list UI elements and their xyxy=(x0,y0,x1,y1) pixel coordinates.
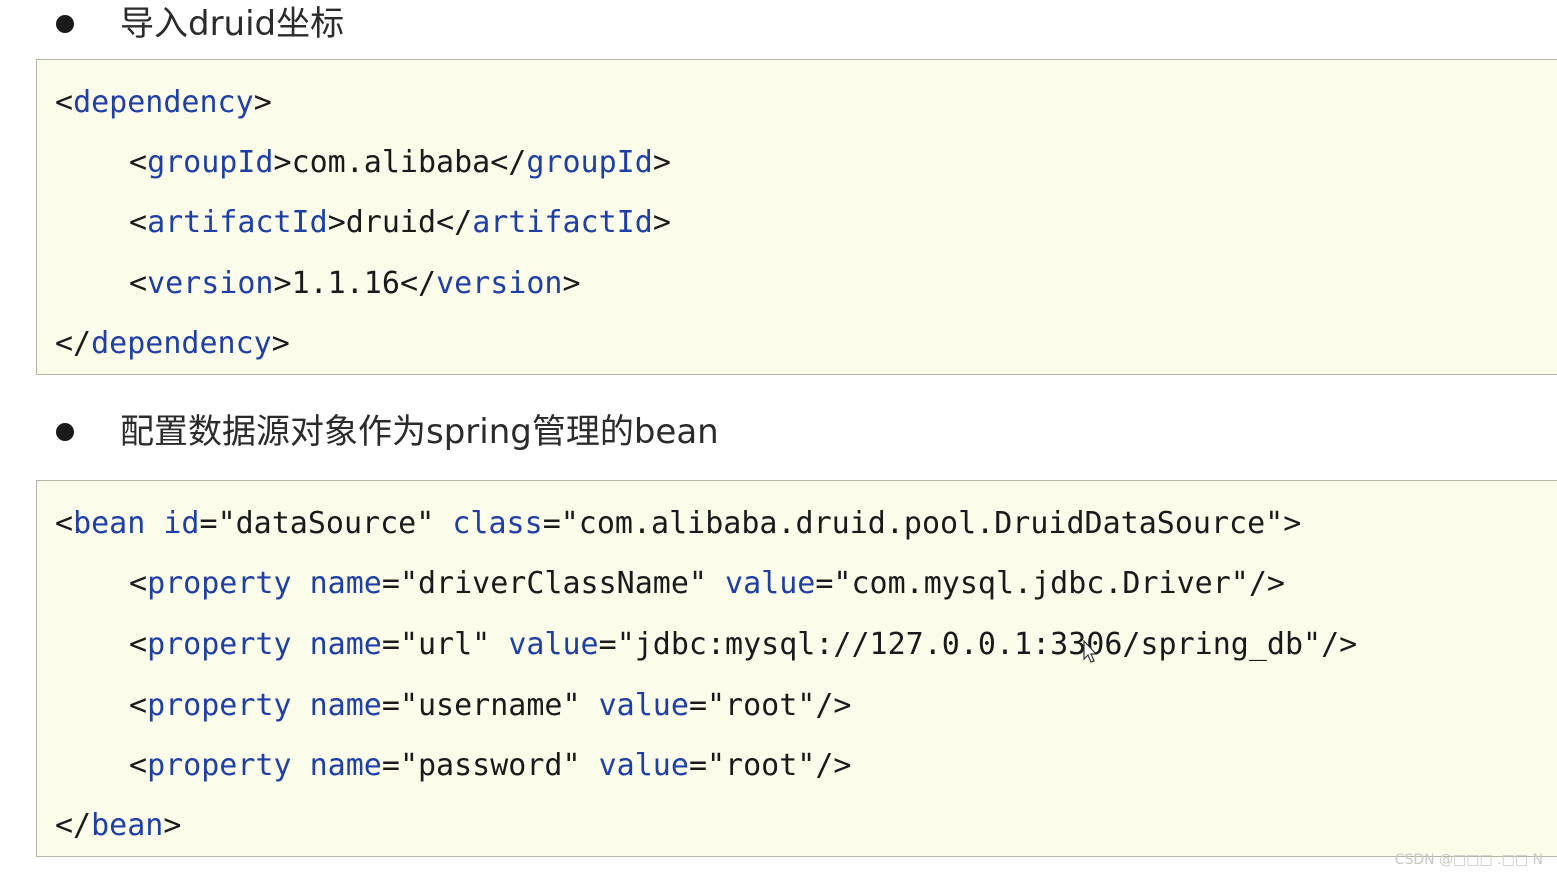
code-string: "root" xyxy=(707,748,816,783)
code-value: druid xyxy=(345,205,437,240)
code-string: "driverClassName" xyxy=(399,566,707,601)
code-line: <dependency> xyxy=(55,83,272,123)
code-token: = xyxy=(688,748,707,783)
code-line: <bean id="dataSource" class="com.alibaba… xyxy=(55,504,1301,544)
code-string: "com.mysql.jdbc.Driver" xyxy=(833,566,1249,601)
code-block-dependency: <dependency> <groupId>com.alibaba</group… xyxy=(36,59,1557,375)
code-token: = xyxy=(381,627,400,662)
section-1-heading-row: 导入druid坐标 xyxy=(0,2,1557,62)
code-attr: class xyxy=(452,506,543,541)
code-attr: value xyxy=(598,688,689,723)
code-tag: bean xyxy=(73,506,146,541)
code-block-bean: <bean id="dataSource" class="com.alibaba… xyxy=(36,480,1557,857)
code-string: "username" xyxy=(399,688,581,723)
code-string: "url" xyxy=(399,627,491,662)
code-line: </dependency> xyxy=(55,324,290,364)
code-token: </ xyxy=(399,266,437,301)
section-2-heading-row: 配置数据源对象作为spring管理的bean xyxy=(0,411,1557,471)
code-token: = xyxy=(598,627,617,662)
code-line: <version>1.1.16</version> xyxy=(129,264,581,304)
code-token: > xyxy=(253,85,272,120)
code-line: <property name="password" value="root"/> xyxy=(129,746,852,786)
code-tag: bean xyxy=(91,808,164,843)
code-token: < xyxy=(55,506,74,541)
code-string: "jdbc:mysql://127.0.0.1:3306/spring_db" xyxy=(616,627,1322,662)
code-string: "password" xyxy=(399,748,581,783)
code-token: /> xyxy=(815,688,852,723)
code-token: < xyxy=(129,266,148,301)
code-attr: value xyxy=(725,566,816,601)
code-token: = xyxy=(199,506,218,541)
code-token: = xyxy=(542,506,561,541)
code-token: /> xyxy=(1321,627,1358,662)
code-tag: version xyxy=(436,266,563,301)
code-line: <property name="url" value="jdbc:mysql:/… xyxy=(129,625,1357,665)
code-token: </ xyxy=(436,205,473,240)
code-attr: name xyxy=(309,566,382,601)
code-token: < xyxy=(129,688,148,723)
code-token: < xyxy=(129,748,148,783)
code-tag: version xyxy=(147,266,274,301)
code-token: > xyxy=(273,266,292,301)
code-token: < xyxy=(129,566,148,601)
code-token: > xyxy=(327,205,346,240)
code-token: </ xyxy=(490,145,527,180)
code-tag: groupId xyxy=(147,145,274,180)
code-attr: value xyxy=(508,627,599,662)
code-tag: dependency xyxy=(73,85,254,120)
code-token: > xyxy=(562,266,581,301)
mouse-pointer-icon xyxy=(1083,640,1097,663)
code-tag: groupId xyxy=(526,145,653,180)
code-token: > xyxy=(271,326,290,361)
bullet-icon xyxy=(56,15,74,33)
code-tag: property xyxy=(147,627,292,662)
code-token: = xyxy=(381,688,400,723)
code-token: < xyxy=(129,205,148,240)
code-line: <artifactId>druid</artifactId> xyxy=(129,203,671,243)
code-line: <groupId>com.alibaba</groupId> xyxy=(129,143,671,183)
code-token: /> xyxy=(815,748,852,783)
code-token: </ xyxy=(55,326,92,361)
code-tag: property xyxy=(147,566,292,601)
code-token: < xyxy=(129,627,148,662)
code-attr: value xyxy=(598,748,689,783)
code-token: > xyxy=(652,145,671,180)
code-tag: property xyxy=(147,748,292,783)
code-token: > xyxy=(1283,506,1302,541)
code-token: = xyxy=(688,688,707,723)
code-token: /> xyxy=(1248,566,1285,601)
code-line: <property name="driverClassName" value="… xyxy=(129,564,1285,604)
code-token: > xyxy=(273,145,292,180)
code-tag: artifactId xyxy=(472,205,653,240)
code-token: = xyxy=(815,566,834,601)
section-2-heading: 配置数据源对象作为spring管理的bean xyxy=(120,412,719,452)
code-value: 1.1.16 xyxy=(291,266,400,301)
code-token: > xyxy=(652,205,671,240)
bullet-icon xyxy=(56,423,74,441)
code-token: < xyxy=(129,145,148,180)
code-token: > xyxy=(163,808,182,843)
code-value: com.alibaba xyxy=(291,145,491,180)
watermark: CSDN @□□□ .□□ N xyxy=(1394,852,1543,868)
code-attr: name xyxy=(309,748,382,783)
code-token: </ xyxy=(55,808,92,843)
code-tag: artifactId xyxy=(147,205,328,240)
code-attr: name xyxy=(309,688,382,723)
code-line: </bean> xyxy=(55,806,181,846)
code-token: = xyxy=(381,748,400,783)
section-1-heading: 导入druid坐标 xyxy=(120,4,345,44)
code-token: = xyxy=(381,566,400,601)
code-attr: name xyxy=(309,627,382,662)
code-string: "dataSource" xyxy=(217,506,435,541)
code-string: "root" xyxy=(707,688,816,723)
code-token: < xyxy=(55,85,74,120)
code-line: <property name="username" value="root"/> xyxy=(129,686,852,726)
code-tag: property xyxy=(147,688,292,723)
code-string: "com.alibaba.druid.pool.DruidDataSource" xyxy=(560,506,1284,541)
code-attr: id xyxy=(163,506,200,541)
code-tag: dependency xyxy=(91,326,272,361)
